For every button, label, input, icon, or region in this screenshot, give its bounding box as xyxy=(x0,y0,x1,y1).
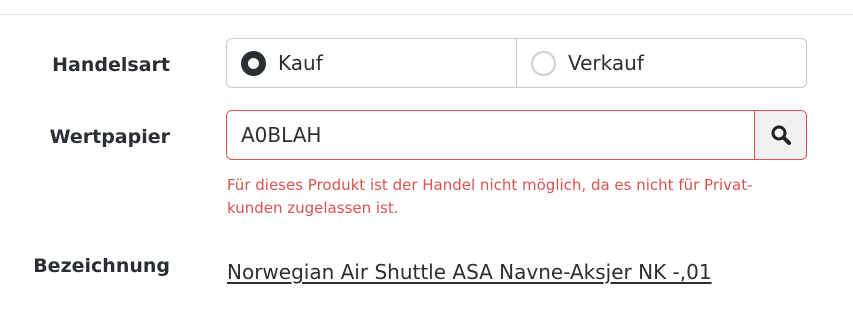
security-error-message: Für dieses Produkt ist der Handel nicht … xyxy=(227,174,807,220)
error-line-1: Für dieses Produkt ist der Handel nicht … xyxy=(227,176,753,194)
radio-option-label: Kauf xyxy=(278,51,323,75)
security-name-link[interactable]: Norwegian Air Shuttle ASA Navne-Aksjer N… xyxy=(227,260,712,284)
search-button[interactable] xyxy=(754,111,806,159)
error-line-2: kunden zugelassen ist. xyxy=(227,199,399,217)
trade-type-radio-group: Kauf Verkauf xyxy=(226,38,807,88)
order-form: Handelsart Kauf Verkauf Wertpapier Für d… xyxy=(0,0,853,317)
top-divider xyxy=(0,14,853,15)
radio-option-verkauf[interactable]: Verkauf xyxy=(516,39,806,87)
radio-unchecked-icon[interactable] xyxy=(531,50,556,76)
radio-option-kauf[interactable]: Kauf xyxy=(227,39,516,87)
security-search-field xyxy=(226,110,807,160)
name-label: Bezeichnung xyxy=(33,255,170,277)
trade-type-label: Handelsart xyxy=(52,54,170,76)
radio-option-label: Verkauf xyxy=(568,51,644,75)
security-input[interactable] xyxy=(227,111,754,159)
radio-checked-icon[interactable] xyxy=(241,50,266,76)
security-label: Wertpapier xyxy=(49,126,170,148)
search-icon xyxy=(771,125,791,145)
